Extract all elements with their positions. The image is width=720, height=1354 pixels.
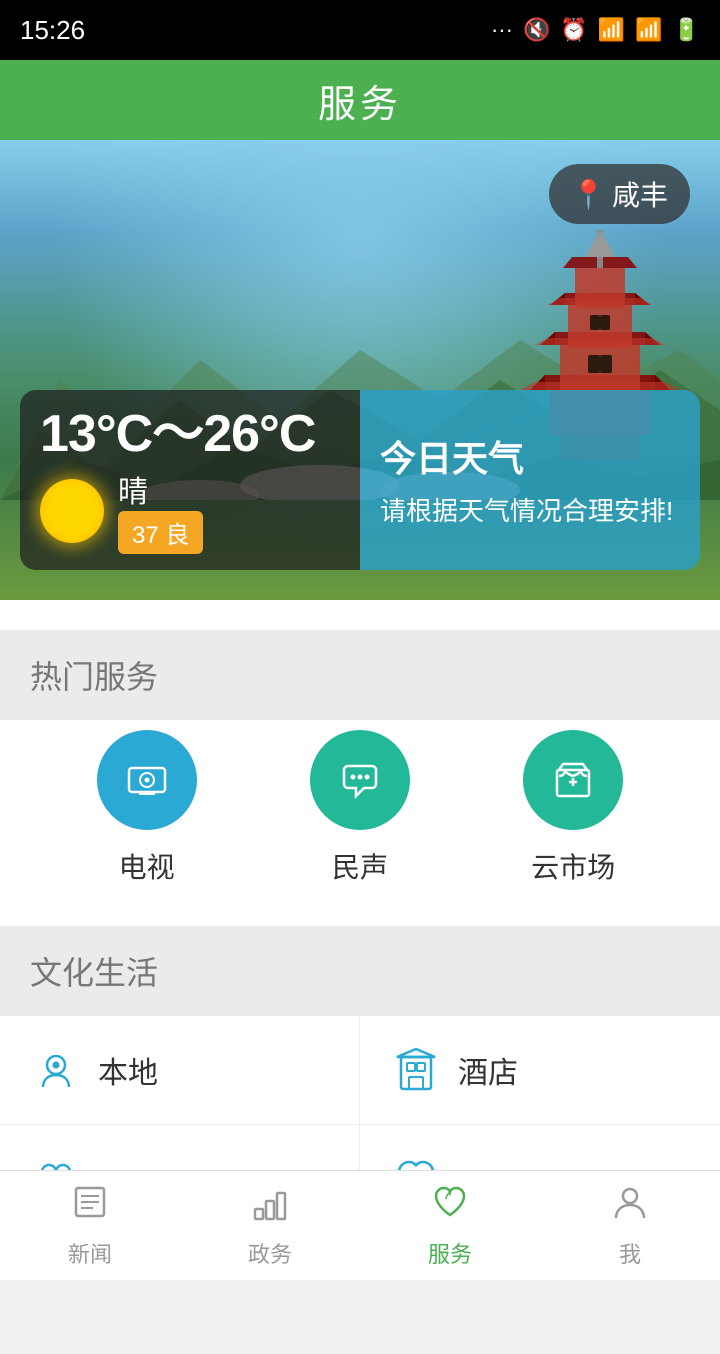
market-icon [523, 730, 623, 830]
nav-label-news: 新闻 [68, 1237, 112, 1269]
hot-services-section: 热门服务 电视 民声 [0, 600, 720, 926]
location-badge[interactable]: 📍 咸丰 [549, 164, 690, 224]
location-name: 咸丰 [612, 174, 668, 214]
hot-services-header: 热门服务 [0, 630, 720, 720]
nav-item-politics[interactable]: 政务 [180, 1171, 360, 1280]
mute-icon: 🔇 [523, 17, 550, 43]
service-nav-icon [431, 1183, 469, 1231]
hotel-icon [390, 1044, 442, 1096]
service-item-tv[interactable]: 电视 [97, 730, 197, 886]
weather-today-title: 今日天气 [380, 430, 680, 482]
aqi-badge: 37 良 [118, 511, 203, 554]
politics-nav-icon [251, 1183, 289, 1231]
weather-condition: 晴 [118, 467, 203, 511]
location-pin-icon: 📍 [571, 178, 606, 211]
nav-label-me: 我 [619, 1237, 641, 1269]
culture-label-hotel: 酒店 [458, 1048, 518, 1092]
page-title: 服务 [318, 73, 402, 128]
top-bar: 服务 [0, 60, 720, 140]
weather-right-panel: 今日天气 请根据天气情况合理安排! [360, 390, 700, 570]
culture-label-local: 本地 [98, 1048, 158, 1092]
bottom-nav: 新闻 政务 服务 我 [0, 1170, 720, 1280]
nav-item-service[interactable]: 服务 [360, 1171, 540, 1280]
signal-icon: ··· [491, 17, 513, 43]
nav-label-politics: 政务 [248, 1237, 292, 1269]
weather-temp: 13°C～26°C [40, 406, 340, 463]
sun-icon [40, 479, 104, 543]
me-nav-icon [611, 1183, 649, 1231]
services-grid: 电视 民声 [0, 720, 720, 906]
status-bar: 15:26 ··· 🔇 ⏰ 📶 📶 🔋 [0, 0, 720, 60]
tv-icon [97, 730, 197, 830]
culture-item-local[interactable]: 本地 [0, 1016, 360, 1125]
hero-banner: 📍 咸丰 13°C～26°C 晴 37 良 今日天气 请根据天气情况合理安排! [0, 140, 720, 600]
battery-icon: 🔋 [673, 17, 700, 43]
weather-condition-row: 晴 37 良 [40, 467, 340, 554]
local-icon [30, 1044, 82, 1096]
weather-today-desc: 请根据天气情况合理安排! [380, 492, 680, 531]
voice-icon [310, 730, 410, 830]
nav-item-me[interactable]: 我 [540, 1171, 720, 1280]
status-icons: ··· 🔇 ⏰ 📶 📶 🔋 [491, 17, 700, 43]
service-item-market[interactable]: 云市场 [523, 730, 623, 886]
nav-label-service: 服务 [428, 1237, 472, 1269]
culture-section-header: 文化生活 [0, 926, 720, 1016]
network-icon: 📶 [635, 17, 662, 43]
service-item-voice[interactable]: 民声 [310, 730, 410, 886]
culture-item-hotel[interactable]: 酒店 [360, 1016, 720, 1125]
status-time: 15:26 [20, 15, 85, 46]
nav-item-news[interactable]: 新闻 [0, 1171, 180, 1280]
weather-left-panel: 13°C～26°C 晴 37 良 [20, 390, 360, 570]
wifi-icon: 📶 [598, 17, 625, 43]
service-label-voice: 民声 [332, 846, 388, 886]
news-nav-icon [71, 1183, 109, 1231]
weather-card: 13°C～26°C 晴 37 良 今日天气 请根据天气情况合理安排! [20, 390, 700, 570]
service-label-market: 云市场 [531, 846, 615, 886]
alarm-icon: ⏰ [560, 17, 587, 43]
service-label-tv: 电视 [119, 846, 175, 886]
